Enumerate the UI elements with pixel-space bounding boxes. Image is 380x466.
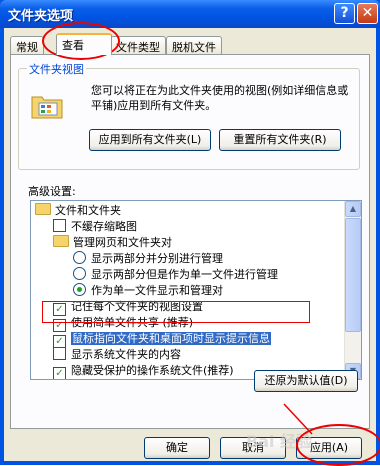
- ok-button[interactable]: 确定: [144, 437, 210, 459]
- annotation-rect-option: [42, 301, 310, 323]
- list-item[interactable]: 不缓存缩略图: [53, 219, 137, 235]
- folder-views-group-label: 文件夹视图: [27, 61, 86, 77]
- list-item-label: 文件和文件夹: [55, 204, 121, 217]
- list-item[interactable]: ✓ 隐藏受保护的操作系统文件(推荐): [53, 363, 234, 379]
- list-item[interactable]: 显示系统文件夹的内容: [53, 347, 181, 363]
- checkbox[interactable]: [53, 347, 66, 360]
- list-item[interactable]: 作为单一文件显示和管理对: [73, 283, 223, 299]
- list-item[interactable]: 显示两部分并分别进行管理: [73, 251, 223, 267]
- tab-view[interactable]: 查看: [56, 33, 112, 55]
- close-button[interactable]: ✕: [357, 3, 378, 24]
- restore-defaults-button[interactable]: 还原为默认值(D): [254, 370, 358, 392]
- list-item-label: 显示两部分但是作为单一文件进行管理: [91, 268, 278, 281]
- advanced-settings-list[interactable]: 文件和文件夹 不缓存缩略图 管理网页和文件夹对 显示两部分并分别进行管理 显示两…: [30, 200, 362, 380]
- list-item-label: 鼠标指向文件夹和桌面项时显示提示信息: [71, 332, 271, 345]
- folder-icon: [53, 235, 69, 247]
- advanced-settings-label: 高级设置:: [28, 185, 76, 198]
- scroll-thumb[interactable]: [345, 218, 361, 332]
- list-item-label: 显示两部分并分别进行管理: [91, 252, 223, 265]
- list-item[interactable]: 显示两部分但是作为单一文件进行管理: [73, 267, 278, 283]
- reset-all-folders-button[interactable]: 重置所有文件夹(R): [219, 129, 341, 151]
- radio-button-selected[interactable]: [73, 283, 86, 296]
- folder-views-icon: [31, 91, 63, 119]
- list-item-label: 不缓存缩略图: [71, 220, 137, 233]
- help-button[interactable]: ?: [334, 3, 355, 24]
- checkbox[interactable]: [53, 219, 66, 232]
- scroll-up-icon[interactable]: ▲: [345, 201, 361, 217]
- dialog-client-area: 常规 查看 文件类型 脱机文件 文件夹视图 您可以将正在为此文件夹使用的视图(例…: [4, 28, 376, 461]
- title-bar[interactable]: 文件夹选项 ? ✕: [0, 0, 380, 28]
- folder-views-group: 文件夹视图 您可以将正在为此文件夹使用的视图(例如详细信息或平铺)应用到所有文件…: [18, 61, 360, 170]
- list-item-label: 管理网页和文件夹对: [73, 236, 172, 249]
- list-item-selected[interactable]: ✓ 鼠标指向文件夹和桌面项时显示提示信息: [53, 331, 271, 348]
- tab-offline-files[interactable]: 脱机文件: [166, 36, 222, 54]
- window-title: 文件夹选项: [8, 9, 74, 24]
- list-item-label: 显示系统文件夹的内容: [71, 348, 181, 361]
- list-item-label: 作为单一文件显示和管理对: [91, 284, 223, 297]
- folder-icon: [35, 203, 51, 215]
- radio-button[interactable]: [73, 267, 86, 280]
- list-item: 管理网页和文件夹对: [53, 235, 172, 251]
- radio-button[interactable]: [73, 251, 86, 264]
- vertical-scrollbar[interactable]: ▲ ▼: [344, 201, 361, 379]
- list-item-label: 隐藏受保护的操作系统文件(推荐): [71, 364, 234, 377]
- tab-general[interactable]: 常规: [10, 36, 44, 54]
- apply-to-all-folders-button[interactable]: 应用到所有文件夹(L): [89, 129, 211, 151]
- annotation-arrow: [283, 403, 313, 435]
- folder-views-description: 您可以将正在为此文件夹使用的视图(例如详细信息或平铺)应用到所有文件夹。: [91, 84, 349, 112]
- list-item: 文件和文件夹: [35, 203, 121, 219]
- folder-options-window: 文件夹选项 ? ✕ 常规 查看 文件类型 脱机文件 文件夹视图 您可以将正在为此…: [0, 0, 380, 466]
- checkbox-checked[interactable]: ✓: [53, 367, 66, 379]
